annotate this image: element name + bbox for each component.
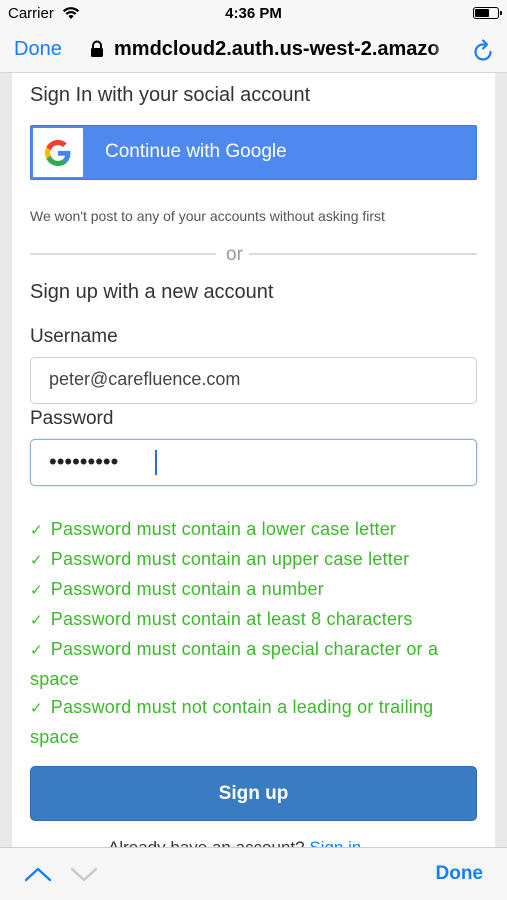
continue-with-google-button[interactable]: Continue with Google bbox=[30, 125, 477, 180]
password-rule: ✓ Password must contain an upper case let… bbox=[30, 545, 485, 575]
text-caret bbox=[155, 450, 157, 475]
password-input[interactable]: ••••••••• bbox=[30, 439, 477, 486]
status-time: 4:36 PM bbox=[225, 5, 282, 22]
sign-in-link[interactable]: Sign in bbox=[309, 838, 361, 847]
signup-page: Sign In with your social account Continu… bbox=[12, 73, 495, 847]
username-input[interactable]: peter@carefluence.com bbox=[30, 357, 477, 404]
checkmark-icon: ✓ bbox=[30, 522, 43, 539]
divider-or-text: or bbox=[226, 244, 243, 265]
next-field-chevron-down-icon[interactable] bbox=[70, 866, 98, 887]
password-rule: ✓ Password must contain a lower case lett… bbox=[30, 515, 485, 545]
password-rule: ✓ Password must contain a special charact… bbox=[30, 635, 485, 693]
keyboard-accessory-bar: Done bbox=[0, 847, 507, 900]
browser-done-button[interactable]: Done bbox=[14, 38, 62, 61]
password-rule: ✓ Password must contain at least 8 charac… bbox=[30, 605, 485, 635]
lock-icon bbox=[90, 40, 104, 63]
sign-up-button[interactable]: Sign up bbox=[30, 766, 477, 821]
password-rule: ✓ Password must not contain a leading or … bbox=[30, 693, 485, 751]
address-bar-url[interactable]: mmdcloud2.auth.us-west-2.amazo bbox=[114, 38, 452, 61]
browser-nav-bar: Done mmdcloud2.auth.us-west-2.amazo bbox=[0, 28, 507, 73]
password-rule-text: Password must contain a lower case lette… bbox=[50, 519, 397, 539]
keyboard-done-button[interactable]: Done bbox=[436, 863, 484, 885]
checkmark-icon: ✓ bbox=[30, 700, 43, 717]
battery-icon bbox=[473, 7, 502, 19]
password-rule-text: Password must contain a number bbox=[50, 579, 324, 599]
status-bar: Carrier 4:36 PM bbox=[0, 0, 507, 28]
divider-line bbox=[249, 253, 477, 255]
google-icon bbox=[45, 140, 71, 166]
reload-icon[interactable] bbox=[473, 38, 495, 67]
password-rule-text: Password must not contain a leading or t… bbox=[30, 697, 434, 747]
screen: Carrier 4:36 PM Done mmdcloud2.auth.us-w… bbox=[0, 0, 507, 900]
google-logo-box bbox=[33, 128, 83, 177]
social-signin-heading: Sign In with your social account bbox=[30, 84, 311, 106]
previous-field-chevron-up-icon[interactable] bbox=[24, 866, 52, 887]
checkmark-icon: ✓ bbox=[30, 582, 43, 599]
checkmark-icon: ✓ bbox=[30, 552, 43, 569]
password-rules-list: ✓ Password must contain a lower case lett… bbox=[30, 515, 485, 751]
signup-heading: Sign up with a new account bbox=[30, 281, 274, 303]
username-label: Username bbox=[30, 326, 118, 347]
password-rule: ✓ Password must contain a number bbox=[30, 575, 485, 605]
password-rule-text: Password must contain a special characte… bbox=[30, 639, 439, 689]
divider-line bbox=[30, 253, 216, 255]
signin-prompt: Already have an account? Sign in bbox=[108, 838, 361, 847]
url-fade bbox=[430, 36, 455, 64]
google-button-label: Continue with Google bbox=[105, 141, 287, 162]
password-rule-text: Password must contain an upper case lett… bbox=[50, 549, 410, 569]
signin-prompt-text: Already have an account? bbox=[108, 838, 305, 847]
password-label: Password bbox=[30, 408, 114, 429]
username-value: peter@carefluence.com bbox=[49, 369, 241, 389]
privacy-note: We won't post to any of your accounts wi… bbox=[30, 208, 385, 224]
or-divider: or bbox=[30, 244, 477, 265]
password-rule-text: Password must contain at least 8 charact… bbox=[50, 609, 413, 629]
checkmark-icon: ✓ bbox=[30, 612, 43, 629]
password-masked-value: ••••••••• bbox=[49, 449, 119, 474]
checkmark-icon: ✓ bbox=[30, 642, 43, 659]
